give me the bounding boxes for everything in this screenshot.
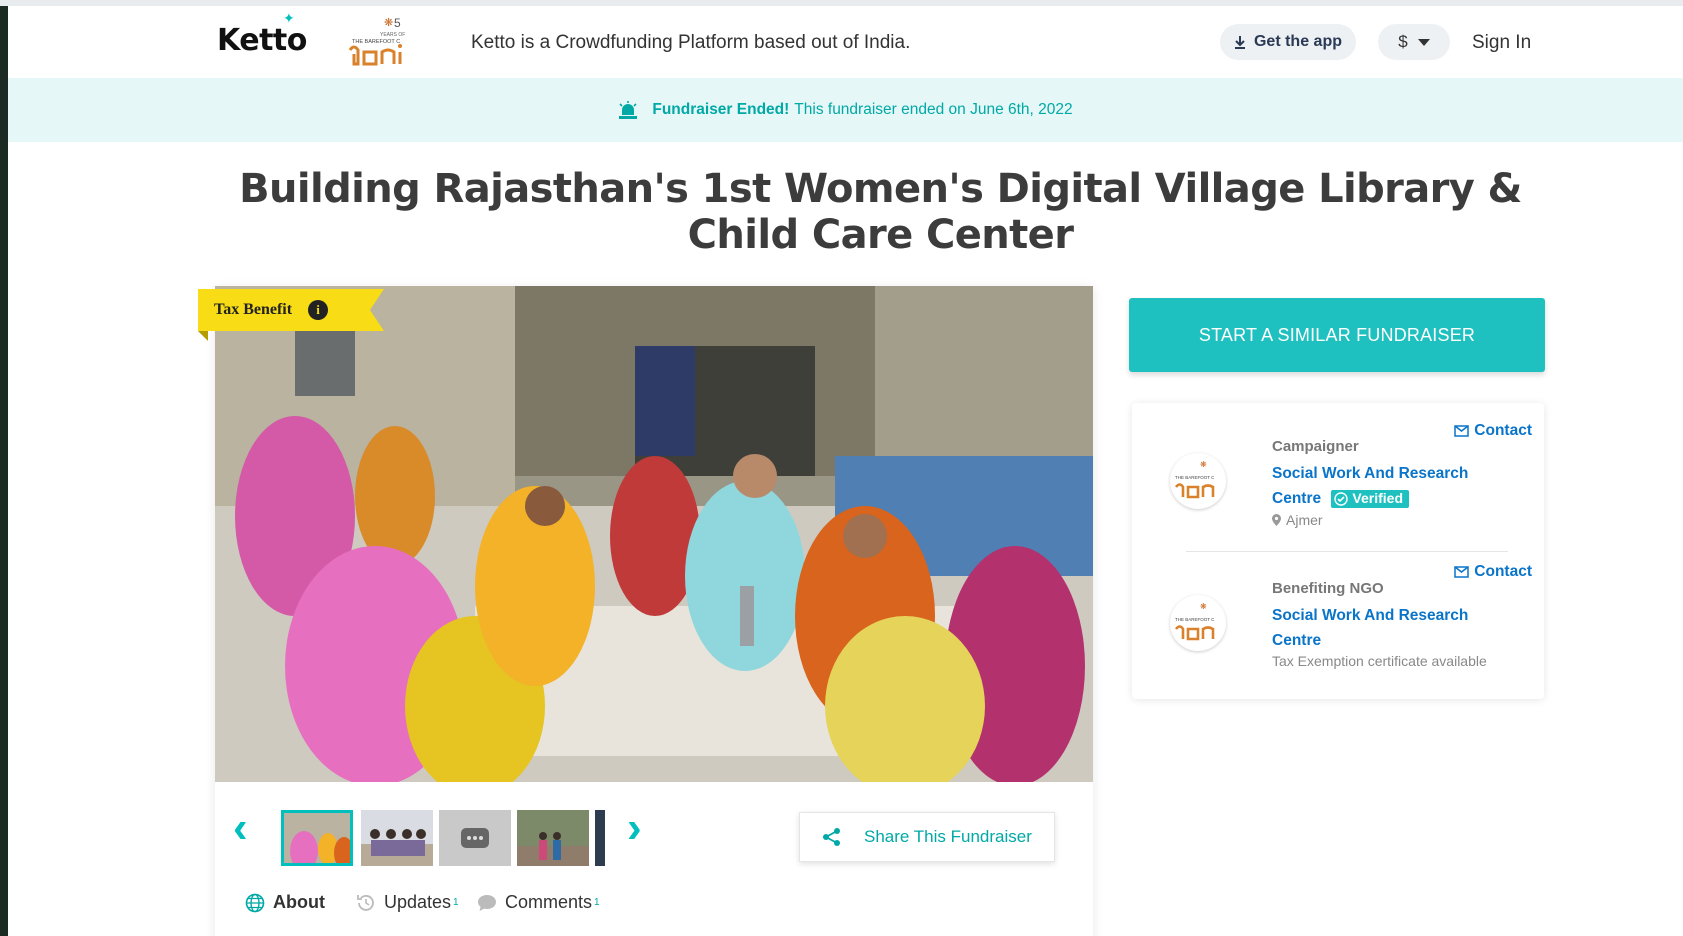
campaigner-location: Ajmer [1272, 512, 1323, 528]
mail-icon [1454, 425, 1470, 437]
check-circle-icon [1334, 492, 1349, 506]
logo-text: Ketto [217, 23, 307, 58]
campaign-title: Building Rajasthan's 1st Women's Digital… [239, 166, 1522, 258]
verified-badge: Verified [1331, 489, 1410, 508]
svg-text:THE BAREFOOT C: THE BAREFOOT C [1175, 617, 1215, 622]
campaign-media-card: ‹ › Share This Fundraiser About Updates … [215, 286, 1093, 936]
start-similar-fundraiser-button[interactable]: START A SIMILAR FUNDRAISER [1129, 298, 1545, 372]
download-icon [1234, 36, 1245, 49]
svg-text:❋: ❋ [1200, 460, 1207, 469]
campaigner-section: ❋ THE BAREFOOT C Contact Campaigner Socia… [1132, 403, 1544, 533]
partner-years: 5 [394, 16, 401, 30]
tab-updates[interactable]: Updates 1 [356, 892, 459, 913]
history-icon [357, 894, 374, 911]
svg-text:YEARS OF: YEARS OF [380, 32, 405, 38]
tax-benefit-badge: Tax Benefit i [198, 289, 384, 341]
tab-about[interactable]: About [245, 892, 325, 913]
tab-comments-count: 1 [594, 897, 600, 908]
campaign-tabs: About Updates 1 Comments 1 [215, 892, 1093, 932]
campaigner-name-line2: Centre [1272, 490, 1322, 507]
tab-updates-label: Updates [384, 892, 452, 912]
ngo-name-line2: Centre [1272, 632, 1322, 649]
ngo-name[interactable]: Social Work And Research Centre [1272, 603, 1482, 653]
campaigner-name[interactable]: Social Work And Research Centre Verified [1272, 461, 1482, 511]
thumbnail-4[interactable] [517, 810, 589, 866]
ngo-contact-link[interactable]: Contact [1454, 563, 1532, 581]
tab-about-label: About [273, 892, 325, 912]
currency-label: $ [1398, 32, 1408, 51]
tab-comments-label: Comments [505, 892, 593, 912]
campaign-organizers-card: ❋ THE BAREFOOT C Contact Campaigner Socia… [1132, 403, 1544, 699]
banner-status-text: This fundraiser ended on June 6th, 2022 [794, 101, 1073, 118]
campaigner-role: Campaigner [1272, 438, 1359, 455]
tagline: Ketto is a Crowdfunding Platform based o… [471, 32, 911, 53]
bird-icon: ✦ [283, 11, 295, 27]
share-button[interactable]: Share This Fundraiser [799, 812, 1055, 862]
tab-comments[interactable]: Comments 1 [477, 892, 600, 913]
partner-logo: ❋ 5 YEARS OF THE BAREFOOT C [344, 14, 414, 70]
thumbnail-2[interactable] [361, 810, 433, 866]
currency-select[interactable]: $ [1378, 24, 1450, 60]
fundraiser-ended-banner: Fundraiser Ended! This fundraiser ended … [8, 78, 1683, 142]
get-app-button[interactable]: Get the app [1220, 24, 1356, 60]
banner-status-label: Fundraiser Ended! [652, 101, 790, 118]
svg-text:THE BAREFOOT C: THE BAREFOOT C [1175, 475, 1215, 480]
photo-carousel: ‹ › Share This Fundraiser [215, 782, 1093, 882]
page: Ketto ✦ ❋ 5 YEARS OF THE BAREFOOT C Kett… [8, 6, 1683, 936]
globe-icon [245, 893, 265, 912]
svg-text:THE BAREFOOT C: THE BAREFOOT C [352, 39, 400, 45]
campaigner-contact-link[interactable]: Contact [1454, 422, 1532, 440]
sign-in-link[interactable]: Sign In [1472, 32, 1531, 54]
thumbnail-video[interactable] [439, 810, 511, 866]
mail-icon [1454, 566, 1470, 578]
campaigner-location-text: Ajmer [1286, 512, 1323, 528]
info-icon[interactable]: i [308, 300, 329, 320]
ngo-contact-label: Contact [1474, 563, 1532, 580]
get-app-label: Get the app [1253, 33, 1342, 50]
chevron-left-icon[interactable]: ‹ [233, 806, 248, 850]
svg-text:❋: ❋ [384, 17, 393, 29]
tax-benefit-label: Tax Benefit [214, 301, 293, 318]
share-icon [823, 828, 840, 846]
campaigner-avatar[interactable]: ❋ THE BAREFOOT C [1170, 453, 1226, 509]
chevron-right-icon[interactable]: › [627, 806, 642, 850]
thumbnail-1[interactable] [281, 810, 353, 866]
thumbnail-5-partial[interactable] [595, 810, 605, 866]
caret-down-icon [1417, 38, 1430, 46]
ngo-avatar[interactable]: ❋ THE BAREFOOT C [1170, 595, 1226, 651]
comment-icon [478, 894, 496, 911]
ngo-role: Benefiting NGO [1272, 580, 1384, 597]
alarm-icon [619, 101, 638, 119]
share-label: Share This Fundraiser [864, 827, 1032, 846]
location-pin-icon [1272, 514, 1281, 526]
ngo-section: ❋ THE BAREFOOT C Contact Benefiting NGO S… [1132, 543, 1544, 673]
svg-text:❋: ❋ [1200, 602, 1207, 611]
campaigner-contact-label: Contact [1474, 422, 1532, 439]
campaigner-name-line1: Social Work And Research [1272, 465, 1469, 482]
ngo-name-line1: Social Work And Research [1272, 607, 1469, 624]
tab-updates-count: 1 [453, 897, 459, 908]
tax-exemption-note: Tax Exemption certificate available [1272, 653, 1487, 669]
ketto-logo[interactable]: Ketto ✦ [217, 11, 307, 58]
campaign-photo[interactable] [215, 286, 1093, 782]
site-header: Ketto ✦ ❋ 5 YEARS OF THE BAREFOOT C Kett… [8, 6, 1683, 78]
verified-label: Verified [1352, 490, 1404, 507]
